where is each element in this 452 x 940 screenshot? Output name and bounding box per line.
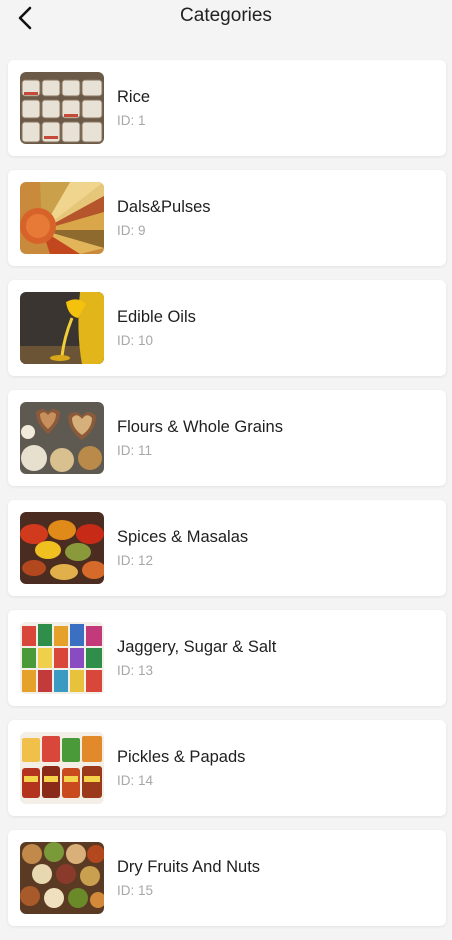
category-name: Jaggery, Sugar & Salt xyxy=(117,638,277,656)
packets-image xyxy=(20,622,104,694)
pickle-jars-image xyxy=(20,732,104,804)
category-card-dals-pulses[interactable]: Dals&Pulses ID: 9 xyxy=(8,170,446,266)
category-id: ID: 12 xyxy=(117,553,154,568)
grains-bowls-image xyxy=(20,402,104,474)
category-card-pickles-papads[interactable]: Pickles & Papads ID: 14 xyxy=(8,720,446,816)
category-name: Rice xyxy=(117,88,151,106)
category-card-flours-grains[interactable]: Flours & Whole Grains ID: 11 xyxy=(8,390,446,486)
spices-image xyxy=(20,512,104,584)
category-name: Dals&Pulses xyxy=(117,198,211,216)
category-name: Flours & Whole Grains xyxy=(117,418,283,436)
page-title: Categories xyxy=(180,5,272,26)
category-card-edible-oils[interactable]: Edible Oils ID: 10 xyxy=(8,280,446,376)
dry-fruits-image xyxy=(20,842,104,914)
category-card-dry-fruits-nuts[interactable]: Dry Fruits And Nuts ID: 15 xyxy=(8,830,446,926)
category-id: ID: 10 xyxy=(117,333,154,348)
category-id: ID: 11 xyxy=(117,443,153,458)
category-list: Rice ID: 1 Dals&Pulses ID: 9 Edible Oils… xyxy=(8,60,446,940)
category-card-spices-masalas[interactable]: Spices & Masalas ID: 12 xyxy=(8,500,446,596)
category-id: ID: 13 xyxy=(117,663,154,678)
category-name: Spices & Masalas xyxy=(117,528,249,546)
category-card-rice[interactable]: Rice ID: 1 xyxy=(8,60,446,156)
category-id: ID: 14 xyxy=(117,773,154,788)
app-header: Categories xyxy=(0,0,452,46)
category-name: Pickles & Papads xyxy=(117,748,246,766)
category-card-jaggery-sugar-salt[interactable]: Jaggery, Sugar & Salt ID: 13 xyxy=(8,610,446,706)
category-name: Edible Oils xyxy=(117,308,196,326)
category-id: ID: 1 xyxy=(117,113,146,128)
oil-pour-image xyxy=(20,292,104,364)
rice-sacks-image xyxy=(20,72,104,144)
category-id: ID: 15 xyxy=(117,883,154,898)
category-id: ID: 9 xyxy=(117,223,146,238)
category-name: Dry Fruits And Nuts xyxy=(117,858,261,876)
lentils-image xyxy=(20,182,104,254)
